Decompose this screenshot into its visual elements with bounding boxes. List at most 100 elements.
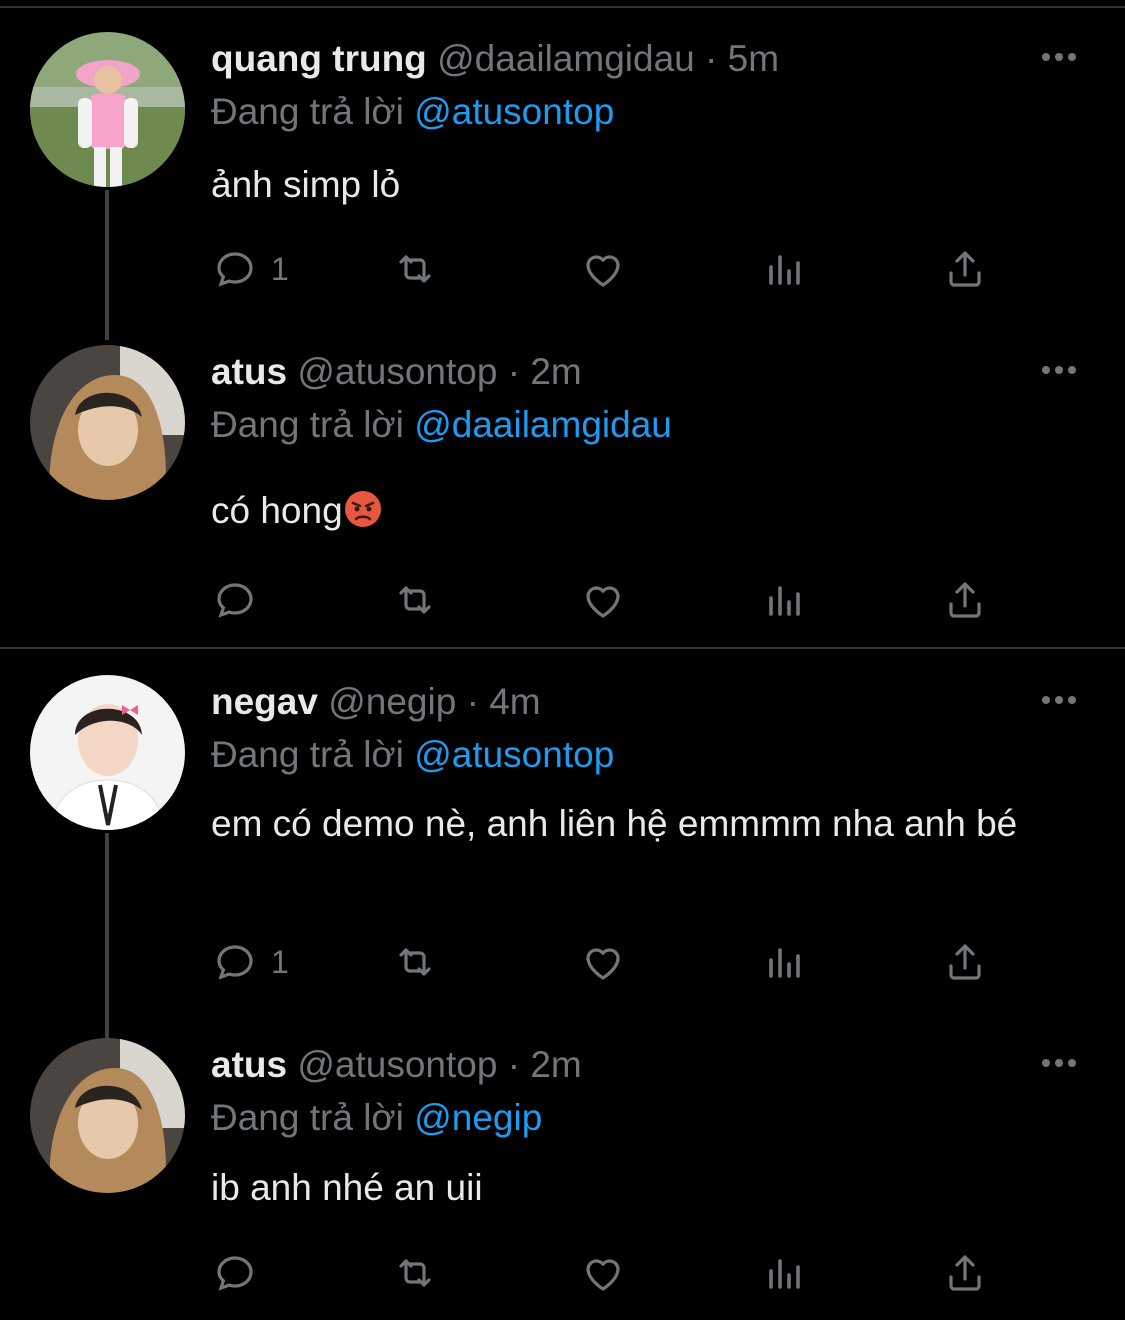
top-divider — [0, 6, 1125, 8]
display-name[interactable]: atus — [211, 351, 287, 392]
action-bar — [211, 575, 1001, 625]
handle[interactable]: @daailamgidau — [437, 38, 695, 79]
views-button[interactable] — [761, 244, 809, 294]
timestamp[interactable]: 5m — [728, 38, 779, 79]
views-button[interactable] — [761, 575, 809, 625]
avatar-atus[interactable] — [30, 345, 185, 500]
retweet-icon — [399, 1259, 431, 1287]
like-button[interactable] — [579, 1248, 627, 1298]
retweet-icon — [399, 586, 431, 614]
share-button[interactable] — [941, 244, 989, 294]
action-bar — [211, 1248, 1001, 1298]
retweet-icon — [399, 255, 431, 283]
separator: · — [705, 38, 718, 79]
separator: · — [466, 681, 479, 722]
avatar-image — [30, 1038, 185, 1193]
like-button[interactable] — [579, 575, 627, 625]
replying-prefix: Đang trả lời — [211, 734, 404, 775]
views-icon — [769, 1259, 800, 1289]
timestamp[interactable]: 2m — [530, 1044, 581, 1085]
like-icon — [586, 586, 620, 618]
timestamp[interactable]: 4m — [489, 681, 540, 722]
replying-to: Đang trả lời @negip — [211, 1096, 542, 1140]
mention-link[interactable]: @atusontop — [414, 734, 614, 775]
share-icon — [949, 944, 981, 980]
tweet-text: ảnh simp lỏ — [211, 164, 401, 205]
avatar-quang-trung[interactable] — [30, 32, 185, 187]
timestamp[interactable]: 2m — [530, 351, 581, 392]
like-icon — [586, 1259, 620, 1291]
views-icon — [769, 948, 800, 978]
tweet-1[interactable]: quang trung @daailamgidau · 5m Đang trả … — [0, 32, 1125, 340]
reply-button[interactable]: 1 — [211, 244, 289, 294]
share-button[interactable] — [941, 937, 989, 987]
mention-link[interactable]: @atusontop — [414, 91, 614, 132]
views-button[interactable] — [761, 1248, 809, 1298]
separator: · — [507, 1044, 521, 1085]
reply-icon — [217, 583, 253, 618]
tweet-text: ib anh nhé an uii — [211, 1167, 483, 1208]
thread-line — [105, 190, 109, 340]
avatar-atus[interactable] — [30, 1038, 185, 1193]
avatar-negav[interactable] — [30, 675, 185, 830]
tweet-text: em có demo nè, anh liên hệ emmmm nha anh… — [211, 803, 1018, 844]
more-icon[interactable] — [1042, 1056, 1082, 1070]
retweet-button[interactable] — [391, 575, 439, 625]
replying-prefix: Đang trả lời — [211, 404, 404, 445]
display-name[interactable]: atus — [211, 1044, 287, 1085]
tweet-text-content: có hong — [211, 490, 343, 531]
reply-icon — [217, 1256, 253, 1291]
replying-prefix: Đang trả lời — [211, 1097, 404, 1138]
share-button[interactable] — [941, 575, 989, 625]
reply-count: 1 — [271, 250, 289, 287]
avatar-image — [30, 345, 185, 500]
thread-divider — [0, 647, 1125, 649]
tweet-2[interactable]: atus @atusontop · 2m Đang trả lời @daail… — [0, 345, 1125, 645]
avatar-image — [30, 32, 185, 187]
handle[interactable]: @negip — [328, 681, 456, 722]
reply-button[interactable]: 1 — [211, 937, 289, 987]
reply-icon — [217, 945, 253, 980]
reply-button[interactable] — [211, 575, 259, 625]
more-icon[interactable] — [1042, 693, 1082, 707]
replying-to: Đang trả lời @atusontop — [211, 90, 614, 134]
more-icon[interactable] — [1042, 363, 1082, 377]
like-button[interactable] — [579, 937, 627, 987]
share-icon — [949, 251, 981, 287]
tweet-header: negav @negip · 4m — [211, 680, 541, 724]
reply-icon — [217, 252, 253, 287]
reply-button[interactable] — [211, 1248, 259, 1298]
handle[interactable]: @atusontop — [297, 1044, 497, 1085]
tweet-4[interactable]: atus @atusontop · 2m Đang trả lời @negip… — [0, 1038, 1125, 1318]
views-icon — [769, 586, 800, 616]
retweet-icon — [399, 948, 431, 976]
tweet-3[interactable]: negav @negip · 4m Đang trả lời @atusonto… — [0, 675, 1125, 1048]
action-bar: 1 — [211, 937, 1001, 987]
tweet-text: có hong — [211, 485, 1091, 536]
tweet-header: quang trung @daailamgidau · 5m — [211, 37, 779, 81]
like-button[interactable] — [579, 244, 627, 294]
retweet-button[interactable] — [391, 1248, 439, 1298]
thread-line — [105, 833, 109, 1048]
share-button[interactable] — [941, 1248, 989, 1298]
mention-link[interactable]: @negip — [414, 1097, 542, 1138]
handle[interactable]: @atusontop — [297, 351, 497, 392]
share-icon — [949, 1255, 981, 1291]
replying-prefix: Đang trả lời — [211, 91, 404, 132]
more-icon[interactable] — [1042, 50, 1082, 64]
replying-to: Đang trả lời @daailamgidau — [211, 403, 672, 447]
display-name[interactable]: quang trung — [211, 38, 427, 79]
share-icon — [949, 582, 981, 618]
separator: · — [507, 351, 521, 392]
avatar-image — [30, 675, 185, 830]
angry-face-emoji — [344, 491, 381, 527]
action-bar: 1 — [211, 244, 1001, 294]
mention-link[interactable]: @daailamgidau — [414, 404, 672, 445]
retweet-button[interactable] — [391, 937, 439, 987]
like-icon — [586, 948, 620, 980]
replying-to: Đang trả lời @atusontop — [211, 733, 614, 777]
retweet-button[interactable] — [391, 244, 439, 294]
display-name[interactable]: negav — [211, 681, 318, 722]
like-icon — [586, 255, 620, 287]
views-button[interactable] — [761, 937, 809, 987]
